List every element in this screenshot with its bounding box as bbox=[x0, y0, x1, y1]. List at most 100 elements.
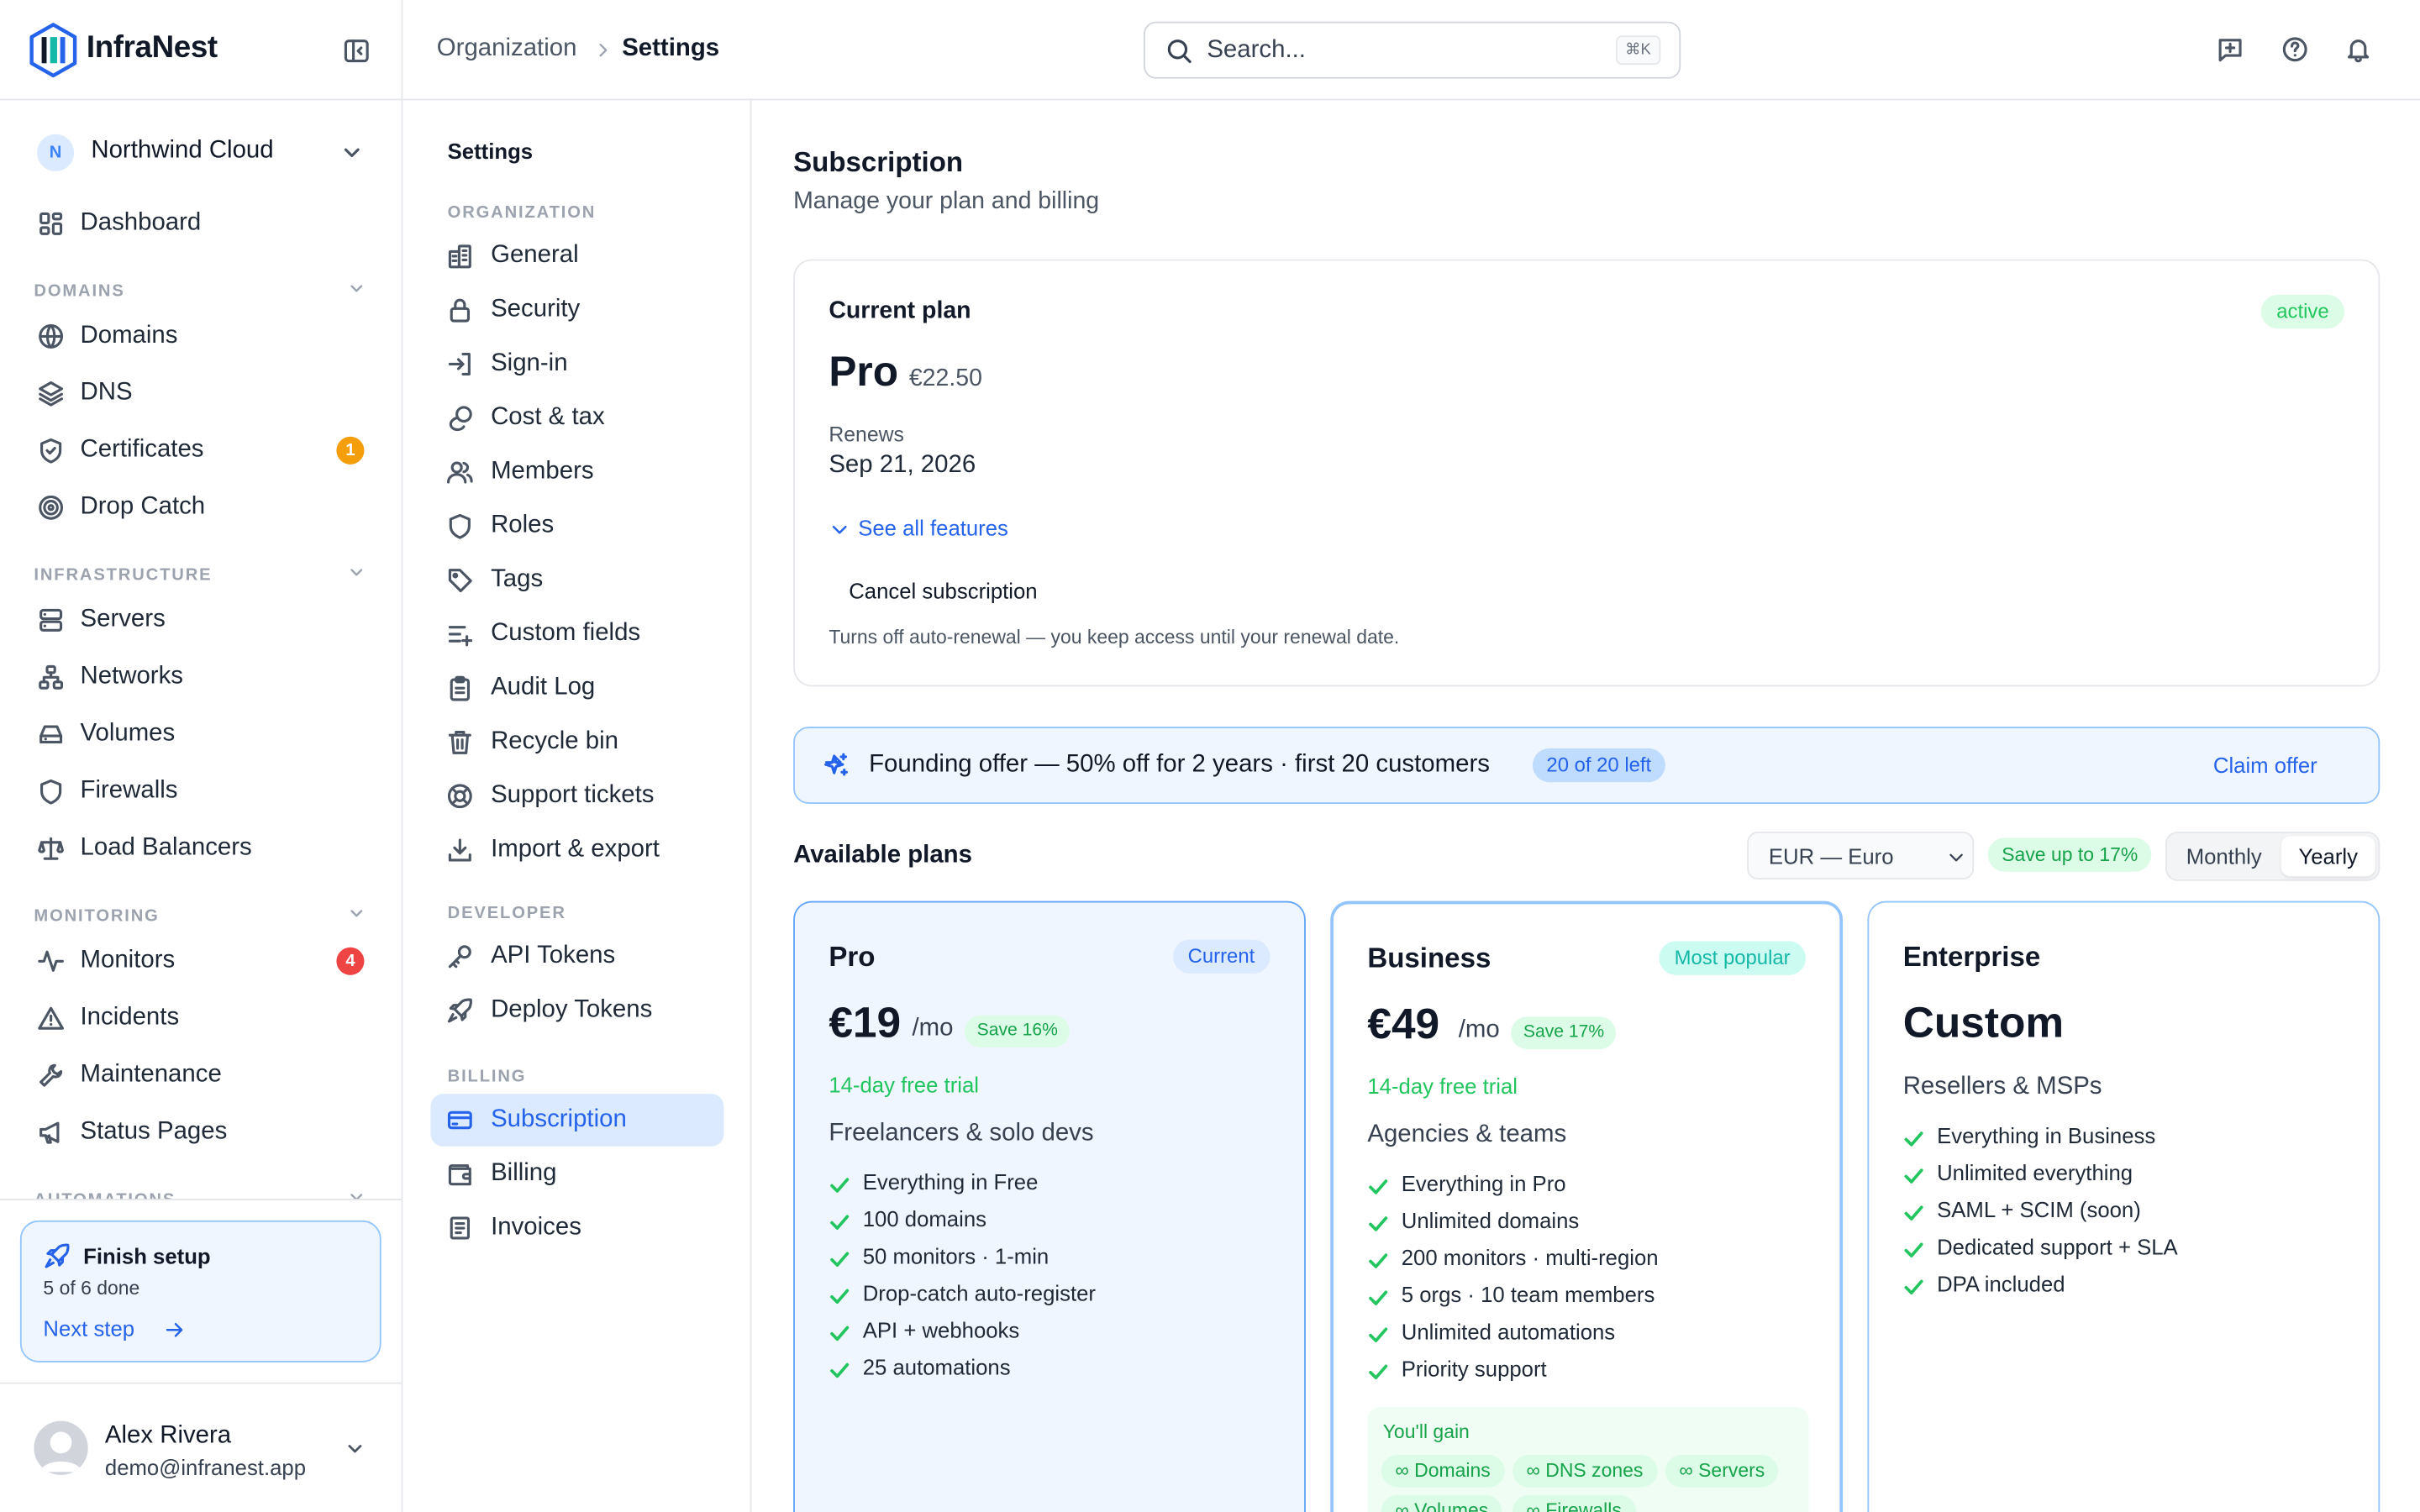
sidebar-item-monitors[interactable]: Monitors 4 bbox=[22, 935, 380, 987]
check-icon bbox=[1369, 1290, 1388, 1305]
settings-item-support-tickets[interactable]: Support tickets bbox=[430, 770, 723, 822]
check-icon bbox=[830, 1362, 850, 1378]
wallet-icon bbox=[448, 1164, 471, 1186]
plan-period: /mo bbox=[1458, 1016, 1500, 1043]
sidebar-item-maintenance[interactable]: Maintenance bbox=[22, 1049, 380, 1101]
sidebar-item-drop-catch[interactable]: Drop Catch bbox=[22, 481, 380, 533]
settings-item-label: Audit Log bbox=[491, 674, 596, 701]
chevron-down-icon bbox=[350, 910, 363, 917]
sidebar-item-incidents[interactable]: Incidents bbox=[22, 992, 380, 1044]
divider bbox=[0, 1199, 402, 1200]
plan-feature-label: SAML + SCIM (soon) bbox=[1937, 1197, 2141, 1222]
settings-item-recycle-bin[interactable]: Recycle bin bbox=[430, 716, 723, 768]
settings-item-api-tokens[interactable]: API Tokens bbox=[430, 931, 723, 983]
sidebar-item-label: Volumes bbox=[80, 720, 176, 747]
section-label: INFRASTRUCTURE bbox=[34, 566, 213, 585]
check-icon bbox=[1904, 1279, 1923, 1295]
bell-icon[interactable] bbox=[2344, 35, 2372, 63]
settings-item-custom-fields[interactable]: Custom fields bbox=[430, 608, 723, 660]
cancel-subscription-button[interactable]: Cancel subscription bbox=[829, 566, 1057, 616]
sidebar-collapse-icon[interactable] bbox=[343, 37, 371, 65]
plan-save-badge: Save 16% bbox=[964, 1015, 1071, 1048]
settings-section-billing: BILLING bbox=[447, 1068, 527, 1087]
scale-icon bbox=[38, 837, 64, 860]
toggle-yearly[interactable]: Yearly bbox=[2281, 836, 2375, 877]
toggle-monthly[interactable]: Monthly bbox=[2170, 837, 2278, 877]
sidebar-item-volumes[interactable]: Volumes bbox=[22, 708, 380, 760]
settings-item-audit-log[interactable]: Audit Log bbox=[430, 662, 723, 714]
settings-item-billing[interactable]: Billing bbox=[430, 1148, 723, 1200]
plan-card-business: Business Most popular €49 /mo Save 17% 1… bbox=[1330, 900, 1844, 1512]
alert-triangle-icon bbox=[38, 1006, 64, 1030]
sidebar-item-label: Certificates bbox=[80, 436, 204, 464]
next-step-link[interactable]: Next step bbox=[43, 1316, 134, 1341]
rocket-icon bbox=[45, 1243, 70, 1268]
sidebar-item-load-balancers[interactable]: Load Balancers bbox=[22, 822, 380, 874]
you-will-gain-panel: You'll gain ∞ Domains ∞ DNS zones ∞ Serv… bbox=[1367, 1407, 1809, 1512]
dashboard-icon bbox=[39, 212, 63, 235]
status-badge: active bbox=[2260, 294, 2344, 329]
breadcrumb-organization[interactable]: Organization bbox=[437, 35, 577, 63]
settings-item-tags[interactable]: Tags bbox=[430, 554, 723, 606]
plan-trial: 14-day free trial bbox=[1367, 1074, 1518, 1099]
current-plan-price: €22.50 bbox=[908, 365, 982, 392]
currency-select[interactable]: EUR — Euro bbox=[1747, 832, 1975, 879]
settings-item-invoices[interactable]: Invoices bbox=[430, 1202, 723, 1254]
users-icon bbox=[447, 461, 473, 484]
settings-item-cost-tax[interactable]: Cost & tax bbox=[430, 392, 723, 444]
gain-title: You'll gain bbox=[1382, 1420, 1470, 1443]
most-popular-badge: Most popular bbox=[1659, 941, 1806, 975]
search-placeholder: Search... bbox=[1207, 37, 1306, 64]
sidebar-item-dns[interactable]: DNS bbox=[22, 367, 380, 419]
settings-item-subscription[interactable]: Subscription bbox=[430, 1094, 724, 1147]
settings-item-general[interactable]: General bbox=[430, 230, 723, 282]
activity-icon bbox=[38, 950, 64, 972]
help-icon[interactable] bbox=[2281, 35, 2309, 63]
section-monitoring[interactable]: MONITORING bbox=[34, 901, 373, 926]
plan-feature-label: Drop-catch auto-register bbox=[862, 1280, 1096, 1305]
sidebar-item-networks[interactable]: Networks bbox=[22, 651, 380, 703]
check-icon bbox=[830, 1178, 850, 1193]
currency-value: EUR — Euro bbox=[1768, 843, 1894, 869]
plan-feature-label: 200 monitors · multi-region bbox=[1401, 1245, 1659, 1270]
check-icon bbox=[1904, 1205, 1923, 1221]
settings-item-deploy-tokens[interactable]: Deploy Tokens bbox=[430, 984, 723, 1037]
section-infrastructure[interactable]: INFRASTRUCTURE bbox=[34, 560, 373, 585]
server-icon bbox=[39, 608, 63, 632]
chevron-down-icon bbox=[348, 1445, 362, 1453]
settings-item-import-export[interactable]: Import & export bbox=[430, 824, 723, 876]
sidebar-item-firewalls[interactable]: Firewalls bbox=[22, 765, 380, 817]
current-plan-heading: Current plan bbox=[829, 297, 971, 324]
sidebar-item-servers[interactable]: Servers bbox=[22, 594, 380, 646]
plan-feature-label: Priority support bbox=[1401, 1356, 1547, 1381]
section-domains[interactable]: DOMAINS bbox=[34, 276, 373, 301]
settings-item-roles[interactable]: Roles bbox=[430, 500, 723, 552]
search-input[interactable]: Search... ⌘K bbox=[1144, 21, 1681, 79]
trash-icon bbox=[448, 730, 471, 754]
feedback-icon[interactable] bbox=[2217, 35, 2244, 63]
sidebar-item-label: Status Pages bbox=[80, 1118, 228, 1145]
key-icon bbox=[448, 945, 471, 969]
org-avatar: N bbox=[37, 134, 75, 171]
sidebar-item-label: Monitors bbox=[80, 947, 176, 974]
plan-feature-label: Everything in Pro bbox=[1401, 1171, 1566, 1196]
settings-section-organization: ORGANIZATION bbox=[447, 203, 597, 223]
settings-nav-title: Settings bbox=[447, 139, 534, 164]
cancel-note: Turns off auto-renewal — you keep access… bbox=[829, 626, 1400, 648]
check-icon bbox=[1369, 1327, 1388, 1342]
settings-item-security[interactable]: Security bbox=[430, 284, 723, 336]
user-menu[interactable]: Alex Rivera demo@infranest.app bbox=[0, 1382, 402, 1512]
search-shortcut: ⌘K bbox=[1616, 35, 1660, 66]
sidebar-item-status-pages[interactable]: Status Pages bbox=[22, 1106, 380, 1158]
sidebar-item-domains[interactable]: Domains bbox=[22, 310, 380, 362]
check-icon bbox=[1369, 1364, 1388, 1380]
settings-item-members[interactable]: Members bbox=[430, 446, 723, 498]
layers-icon bbox=[39, 381, 64, 407]
sidebar-item-certificates[interactable]: Certificates 1 bbox=[22, 424, 380, 476]
org-switcher[interactable]: N Northwind Cloud bbox=[22, 123, 380, 182]
settings-item-sign-in[interactable]: Sign-in bbox=[430, 338, 723, 390]
sidebar-item-label: Firewalls bbox=[80, 777, 178, 804]
sidebar-item-dashboard[interactable]: Dashboard bbox=[22, 197, 380, 249]
claim-offer-button[interactable]: Claim offer bbox=[2213, 753, 2317, 777]
coins-icon bbox=[449, 406, 472, 432]
